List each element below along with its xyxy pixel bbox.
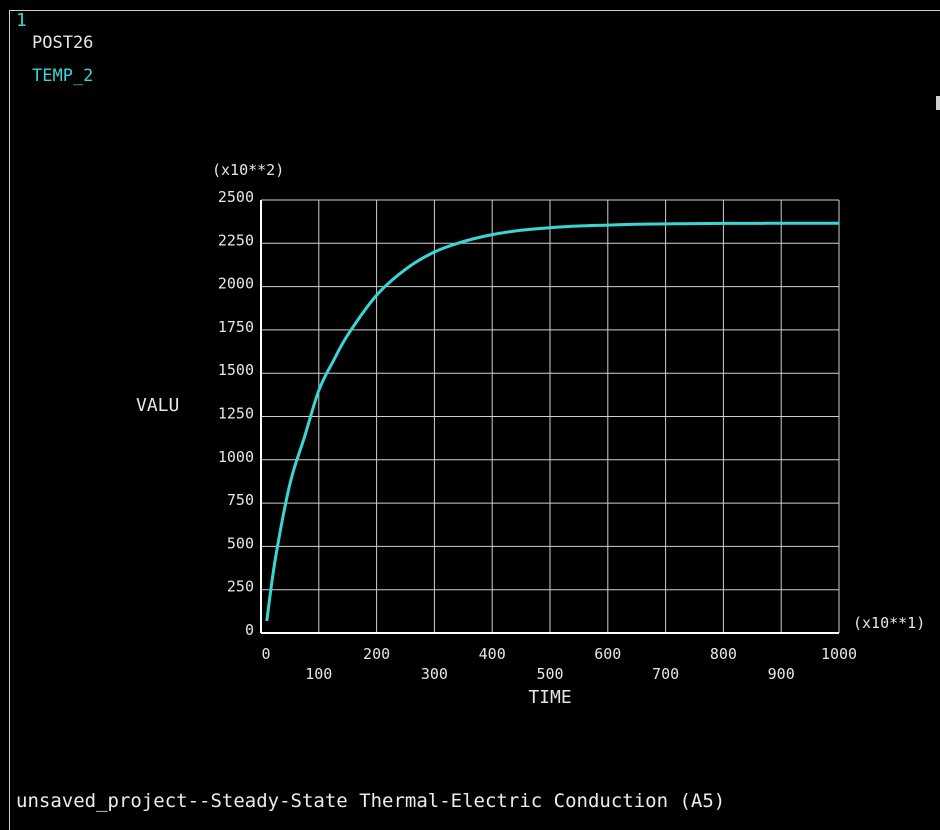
series-layer bbox=[265, 221, 839, 622]
y-tick-label: 2250 bbox=[218, 231, 254, 249]
x-tick-label: 800 bbox=[710, 645, 737, 663]
x-axis-multiplier: (x10**1) bbox=[853, 614, 925, 632]
x-axis-label: TIME bbox=[528, 687, 571, 708]
x-tick-label: 500 bbox=[536, 665, 563, 683]
x-tick-label: 0 bbox=[261, 645, 270, 663]
footer-title: unsaved_project--Steady-State Thermal-El… bbox=[16, 790, 726, 812]
y-tick-label: 2000 bbox=[218, 275, 254, 293]
y-tick-label: 1750 bbox=[218, 318, 254, 336]
y-tick-label: 2500 bbox=[218, 188, 254, 206]
y-tick-label: 250 bbox=[227, 578, 254, 596]
y-axis-label: VALU bbox=[136, 395, 179, 416]
series-line-temp bbox=[265, 221, 839, 622]
grid-lines bbox=[261, 199, 840, 633]
y-axis-multiplier: (x10**2) bbox=[212, 161, 284, 179]
x-tick-label: 700 bbox=[652, 665, 679, 683]
y-tick-label: 750 bbox=[227, 491, 254, 509]
x-tick-label: 100 bbox=[305, 665, 332, 683]
x-tick-label: 600 bbox=[594, 645, 621, 663]
y-tick-label: 500 bbox=[227, 534, 254, 552]
y-tick-label: 0 bbox=[245, 621, 254, 639]
x-tick-label: 900 bbox=[768, 665, 795, 683]
y-tick-label: 1000 bbox=[218, 448, 254, 466]
tick-labels: 0 100 200 300 400 500 600 700 800 900 1000 0 250 500 7… bbox=[218, 188, 857, 683]
x-tick-label: 400 bbox=[479, 645, 506, 663]
y-tick-label: 1500 bbox=[218, 361, 254, 379]
y-tick-label: 1250 bbox=[218, 405, 254, 423]
x-tick-label: 200 bbox=[363, 645, 390, 663]
line-chart: 0 100 200 300 400 500 600 700 800 900 1000 0 250 500 7… bbox=[136, 161, 925, 708]
x-tick-label: 1000 bbox=[821, 645, 857, 663]
x-tick-label: 300 bbox=[421, 665, 448, 683]
